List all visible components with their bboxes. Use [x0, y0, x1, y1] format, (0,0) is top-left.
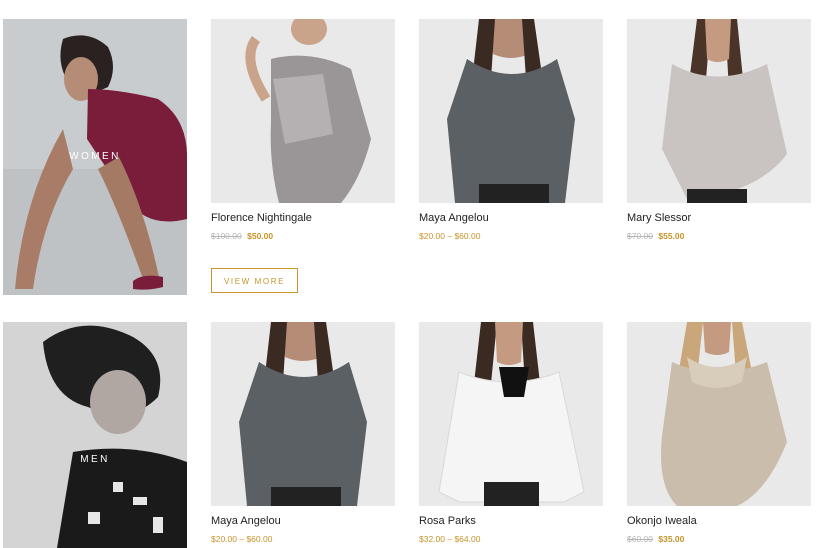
- category-label-men: MEN: [80, 454, 110, 465]
- product-name[interactable]: Maya Angelou: [211, 515, 395, 527]
- product-card[interactable]: Okonjo Iweala $60.00 $35.00: [627, 322, 811, 544]
- product-image[interactable]: [419, 322, 603, 506]
- product-photo-florence: [211, 19, 395, 203]
- product-card[interactable]: Florence Nightingale $100.00 $50.00: [211, 19, 395, 241]
- product-price: $20.00 – $60.00: [211, 534, 395, 544]
- sale-price: $55.00: [658, 231, 685, 241]
- category-women-banner[interactable]: WOMEN: [3, 19, 187, 295]
- product-name[interactable]: Florence Nightingale: [211, 212, 395, 224]
- original-price: $60.00: [627, 534, 653, 544]
- product-row-women: WOMEN Florence Nightingale $100.00 $50.0…: [0, 19, 820, 297]
- product-card[interactable]: Maya Angelou $20.00 – $60.00: [419, 19, 603, 241]
- sale-price: $50.00: [247, 231, 274, 241]
- product-image[interactable]: [419, 19, 603, 203]
- product-price: $32.00 – $64.00: [419, 534, 603, 544]
- original-price: $100.00: [211, 231, 242, 241]
- product-photo-rosa: [419, 322, 603, 506]
- product-image[interactable]: [627, 19, 811, 203]
- price-range: $20.00 – $60.00: [211, 534, 273, 544]
- product-card[interactable]: Rosa Parks $32.00 – $64.00: [419, 322, 603, 544]
- product-image[interactable]: [627, 322, 811, 506]
- product-image[interactable]: [211, 19, 395, 203]
- price-range: $20.00 – $60.00: [419, 231, 481, 241]
- product-price: $60.00 $35.00: [627, 534, 811, 544]
- product-photo-maya: [419, 19, 603, 203]
- product-name[interactable]: Maya Angelou: [419, 212, 603, 224]
- product-card[interactable]: Maya Angelou $20.00 – $60.00: [211, 322, 395, 544]
- product-card[interactable]: Mary Slessor $70.00 $55.00: [627, 19, 811, 241]
- product-name[interactable]: Rosa Parks: [419, 515, 603, 527]
- view-more-button[interactable]: VIEW MORE: [211, 268, 298, 293]
- product-name[interactable]: Okonjo Iweala: [627, 515, 811, 527]
- product-price: $70.00 $55.00: [627, 231, 811, 241]
- product-image[interactable]: [211, 322, 395, 506]
- product-price: $100.00 $50.00: [211, 231, 395, 241]
- category-men-banner[interactable]: MEN: [3, 322, 187, 548]
- sale-price: $35.00: [658, 534, 685, 544]
- product-photo-maya-2: [211, 322, 395, 506]
- product-row-men: MEN Maya Angelou $20.00 – $60.00 Rosa Pa…: [0, 322, 820, 548]
- product-price: $20.00 – $60.00: [419, 231, 603, 241]
- product-photo-mary: [627, 19, 811, 203]
- product-name[interactable]: Mary Slessor: [627, 212, 811, 224]
- category-label-women: WOMEN: [69, 151, 121, 162]
- original-price: $70.00: [627, 231, 653, 241]
- men-category-photo: [3, 322, 187, 548]
- product-photo-okonjo: [627, 322, 811, 506]
- price-range: $32.00 – $64.00: [419, 534, 481, 544]
